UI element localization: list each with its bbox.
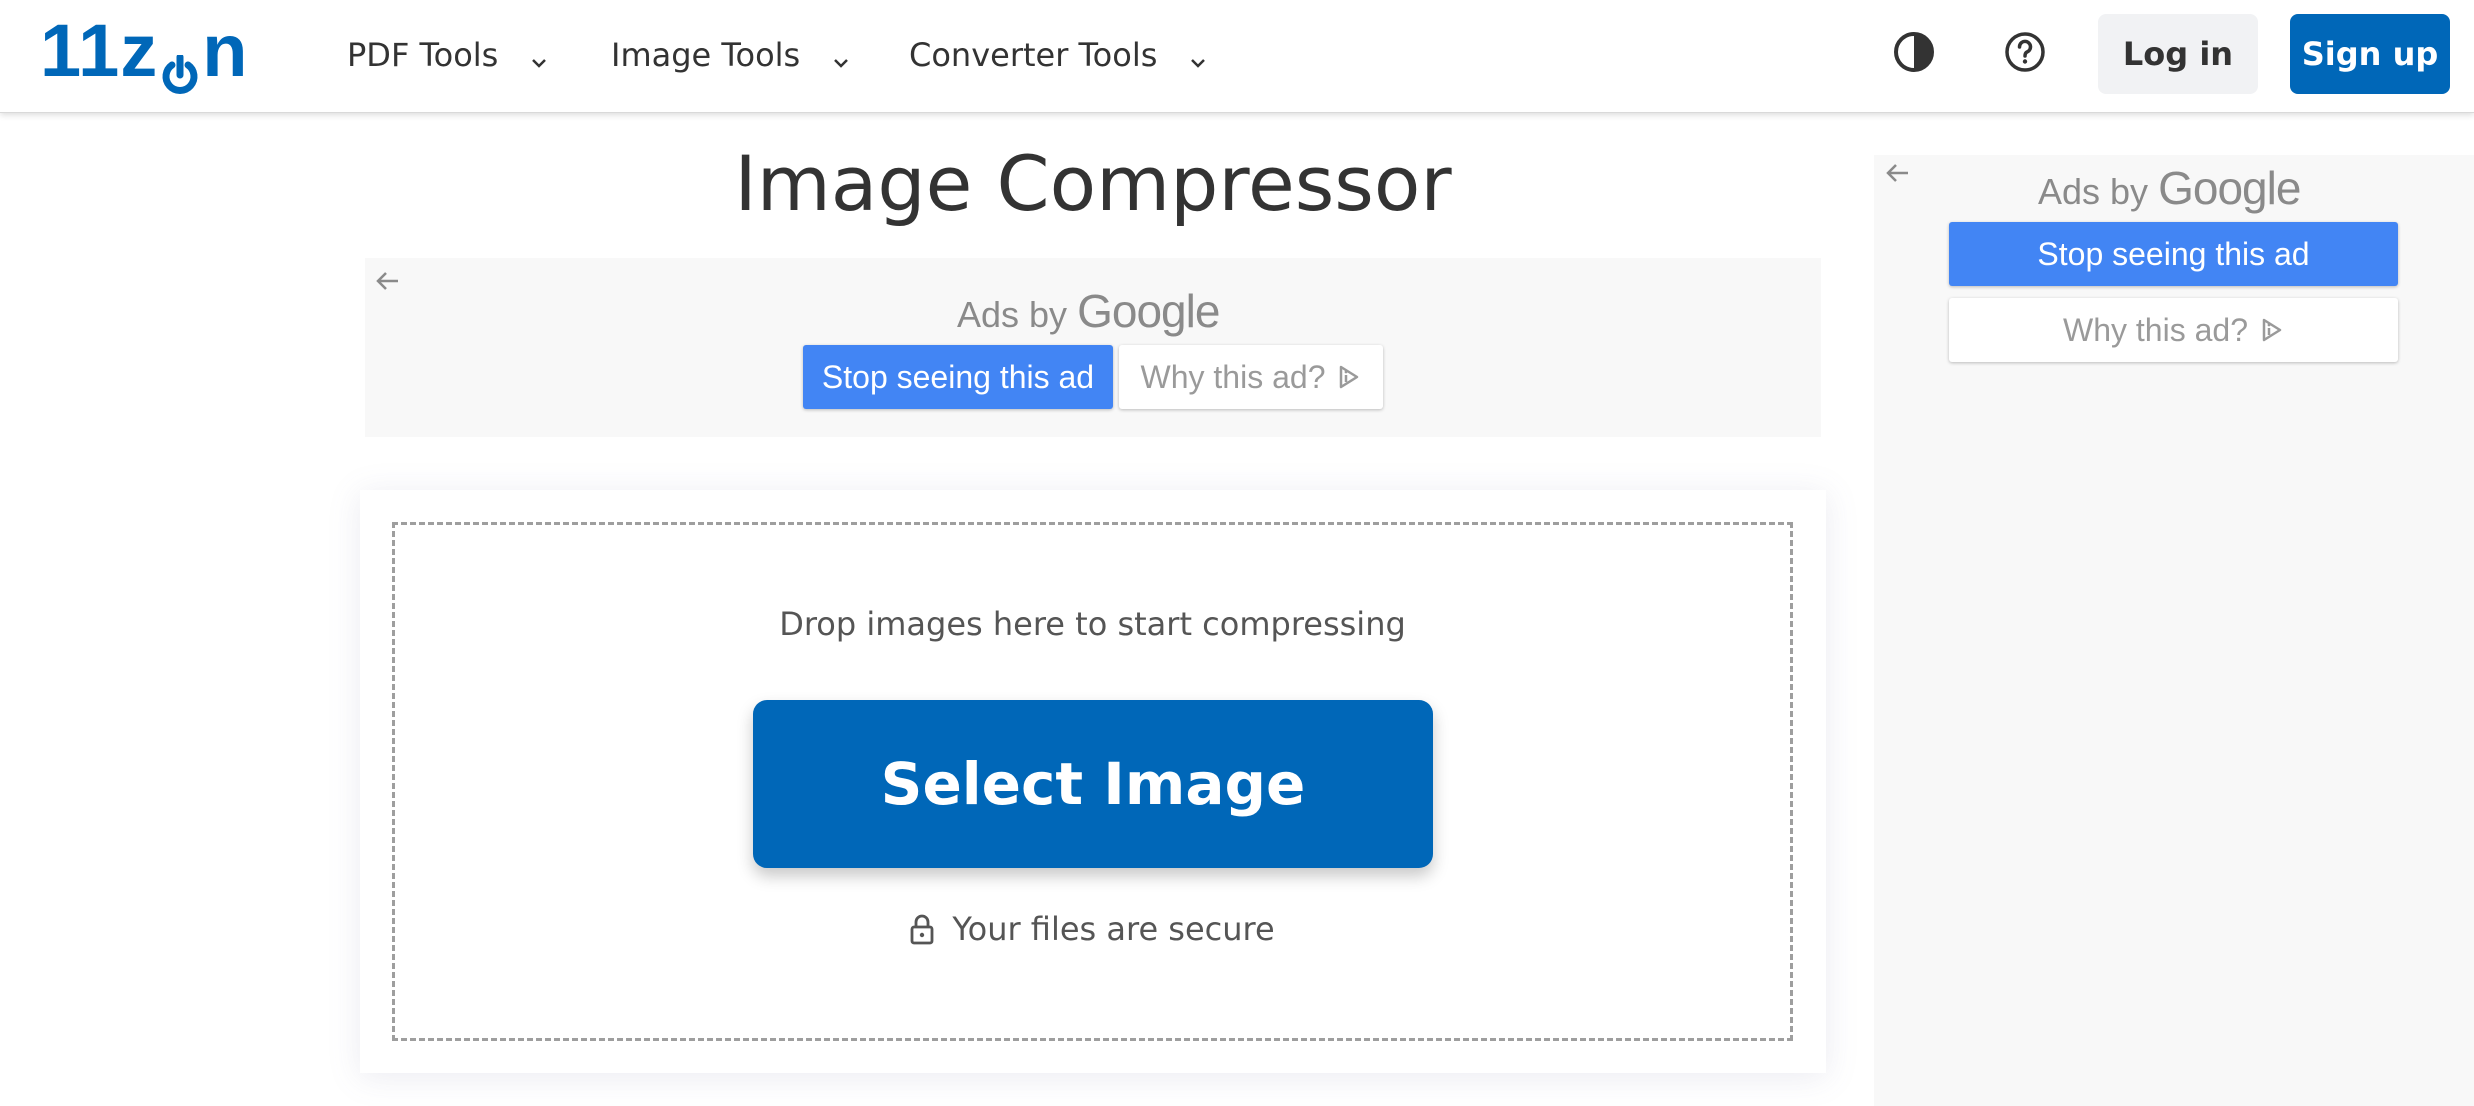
adchoices-icon [1340,365,1359,389]
back-arrow-icon[interactable] [1884,162,1910,184]
power-icon [160,33,200,94]
chevron-down-icon [1187,44,1209,68]
why-this-ad-button[interactable]: Why this ad? [1949,298,2398,362]
why-this-ad-label: Why this ad? [2063,311,2248,348]
nav-image-tools[interactable]: Image Tools [611,30,852,80]
secure-notice: Your files are secure [395,910,1790,948]
ads-by-text: Ads by [2038,171,2149,212]
nav-image-tools-label: Image Tools [611,36,801,74]
nav-converter-tools-label: Converter Tools [909,36,1158,74]
ads-by-text: Ads by [957,294,1068,335]
stop-seeing-ad-button[interactable]: Stop seeing this ad [803,345,1113,409]
drop-instructions: Drop images here to start compressing [779,605,1406,643]
stop-seeing-ad-button[interactable]: Stop seeing this ad [1949,222,2398,286]
upload-card: Drop images here to start compressing Se… [360,490,1826,1073]
lock-icon [910,914,934,945]
select-image-button[interactable]: Select Image [753,700,1433,868]
image-dropzone[interactable]: Drop images here to start compressing Se… [392,522,1793,1041]
theme-toggle-button[interactable] [1890,30,1938,78]
nav-converter-tools[interactable]: Converter Tools [909,30,1209,80]
secure-text: Your files are secure [952,910,1275,948]
page-title: Image Compressor [734,139,1452,228]
adchoices-icon [2262,318,2282,342]
top-navbar: 11z n PDF Tools Image Tools Converter To… [0,0,2474,113]
login-button[interactable]: Log in [2098,14,2258,94]
ads-by-google-label: Ads by Google [957,284,1220,338]
google-wordmark: Google [2158,162,2301,214]
nav-pdf-tools-label: PDF Tools [347,36,499,74]
chevron-down-icon [830,44,852,68]
why-this-ad-button[interactable]: Why this ad? [1119,345,1383,409]
chevron-down-icon [528,44,550,68]
help-button[interactable] [2001,30,2049,78]
nav-pdf-tools[interactable]: PDF Tools [347,30,550,80]
back-arrow-icon[interactable] [374,270,400,292]
sidebar-ad-panel: Ads by Google Stop seeing this ad Why th… [1874,155,2474,1106]
logo[interactable]: 11z n [40,9,249,94]
why-this-ad-label: Why this ad? [1140,358,1326,395]
help-circle-icon [2004,31,2046,77]
logo-text-right: n [202,9,249,92]
logo-text-left: 11z [40,9,159,92]
google-wordmark: Google [1077,285,1220,337]
signup-button[interactable]: Sign up [2290,14,2450,94]
inline-ad-panel: Ads by Google Stop seeing this ad Why th… [365,258,1821,437]
contrast-icon [1893,31,1935,77]
ads-by-google-label: Ads by Google [2038,161,2301,215]
